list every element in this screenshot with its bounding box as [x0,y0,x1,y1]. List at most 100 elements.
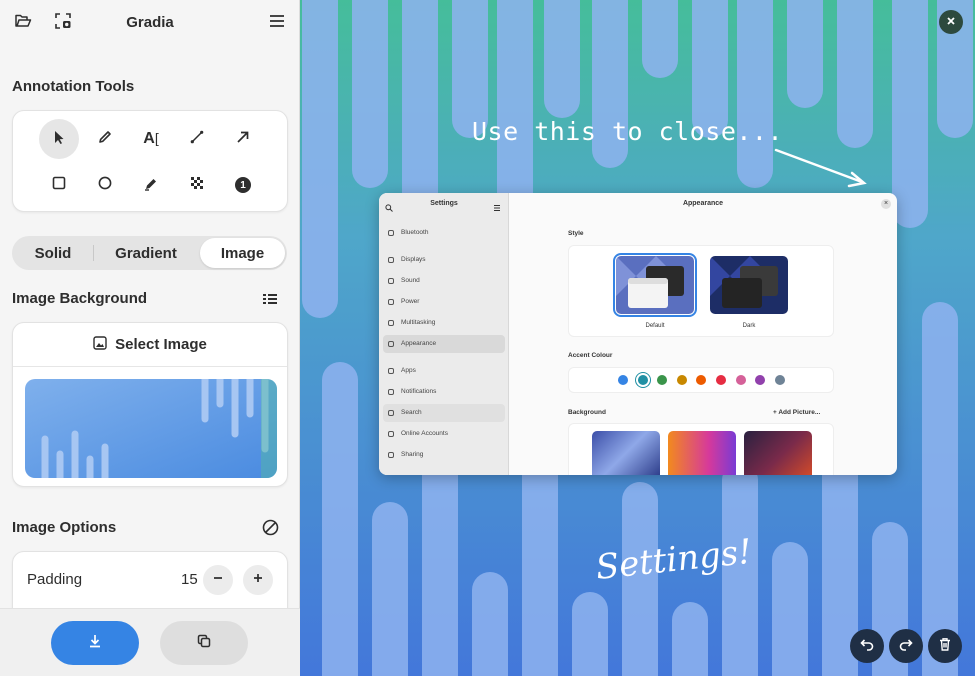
reset-options-button[interactable] [262,519,279,541]
main-menu-button[interactable] [262,8,292,38]
censor-tool-button[interactable] [177,165,217,205]
settings-item: Multitasking [383,314,505,332]
redo-button[interactable] [889,629,923,663]
style-card: Default Dark [568,245,834,337]
hamburger-menu-icon [268,12,286,35]
sidebar: Gradia Annotation Tools A[1 Solid Gradi… [0,0,300,676]
padding-value[interactable]: 15 [181,571,198,588]
apps-icon [388,368,394,374]
accent-swatch [676,375,687,385]
censor-icon [189,175,205,196]
circle-tool-button[interactable] [85,165,125,205]
number-tool-button[interactable]: 1 [223,165,263,205]
save-button[interactable] [51,621,139,665]
background-tile [592,431,660,475]
background-tile [744,431,812,475]
appearance-icon [388,341,394,347]
settings-item-label: Multitasking [401,319,436,326]
line-icon [189,129,205,150]
highlighter-icon [143,175,159,196]
copy-button[interactable] [160,621,248,665]
settings-item-label: Online Accounts [401,430,448,437]
minus-icon [212,571,224,589]
padding-label: Padding [27,571,83,588]
undo-button[interactable] [850,629,884,663]
settings-item-label: Displays [401,256,426,263]
settings-item: Search [383,404,505,422]
tab-solid[interactable]: Solid [14,238,92,268]
settings-item: Apps [383,362,505,380]
style-default-label: Default [645,323,665,329]
image-options-title: Image Options [12,519,117,536]
style-dark-label: Dark [742,323,756,329]
settings-item: Power [383,293,505,311]
copy-icon [196,633,212,654]
settings-item: Online Accounts [383,425,505,443]
notifications-icon [388,389,394,395]
accent-swatch [716,375,726,385]
search-icon [388,410,394,416]
padding-increase-button[interactable] [243,565,273,595]
circle-icon [97,175,113,196]
sharing-icon [388,452,394,458]
settings-item: Sharing [383,446,505,464]
rectangle-tool-button[interactable] [39,165,79,205]
settings-item: Appearance [383,335,505,353]
settings-item-label: Apps [401,367,416,374]
highlighter-tool-button[interactable] [131,165,171,205]
bluetooth-icon [388,230,394,236]
style-label: Style [568,230,584,237]
background-mode-switcher: Solid Gradient Image [12,236,287,270]
padding-decrease-button[interactable] [203,565,233,595]
hamburger-menu-icon [493,199,501,217]
padding-row: Padding 15 [13,552,287,608]
settings-item-label: Search [401,409,422,416]
close-image-button[interactable] [939,10,963,34]
settings-item-label: Power [401,298,420,305]
pencil-icon [97,129,113,150]
style-default-preview [613,253,697,317]
tab-image[interactable]: Image [200,238,285,268]
background-image-thumbnail[interactable] [25,379,277,478]
settings-item-label: Notifications [401,388,437,395]
app-title: Gradia [126,14,174,31]
pencil-tool-button[interactable] [85,119,125,159]
background-tile [668,431,736,475]
accent-swatch [735,375,746,385]
settings-item-label: Sharing [401,451,424,458]
grid-list-icon [262,293,278,310]
rectangle-icon [51,175,67,196]
image-canvas[interactable]: Use this to close... Settings! Settings … [300,0,975,676]
image-icon [93,335,107,354]
image-background-card: Select Image [12,322,288,487]
image-background-title: Image Background [12,290,148,307]
select-icon [51,129,67,150]
image-gallery-button[interactable] [262,292,278,311]
accent-swatch [637,375,648,385]
sound-icon [388,278,394,284]
accent-colour-label: Accent Colour [568,352,613,359]
style-dark-preview [710,256,788,314]
tab-gradient[interactable]: Gradient [94,238,198,268]
disabled-circle-icon [262,519,279,540]
text-tool-button[interactable]: A[ [131,119,171,159]
arrow-tool-button[interactable] [223,119,263,159]
delete-button[interactable] [928,629,962,663]
bottom-action-bar [0,608,300,676]
select-tool-button[interactable] [39,119,79,159]
settings-sidebar: Settings Bluetooth Displays Sound Power … [379,193,509,475]
arrow-icon [235,129,251,150]
trash-icon [937,636,953,657]
select-image-label: Select Image [115,336,207,353]
download-icon [87,633,103,654]
undo-icon [859,636,875,657]
settings-sidebar-title: Settings [430,200,458,207]
settings-item: Sound [383,272,505,290]
redo-icon [898,636,914,657]
settings-item-label: Bluetooth [401,229,429,236]
header-bar: Gradia [0,0,300,46]
select-image-button[interactable]: Select Image [13,323,287,367]
multitasking-icon [388,320,394,326]
close-icon: × [881,199,891,209]
line-tool-button[interactable] [177,119,217,159]
